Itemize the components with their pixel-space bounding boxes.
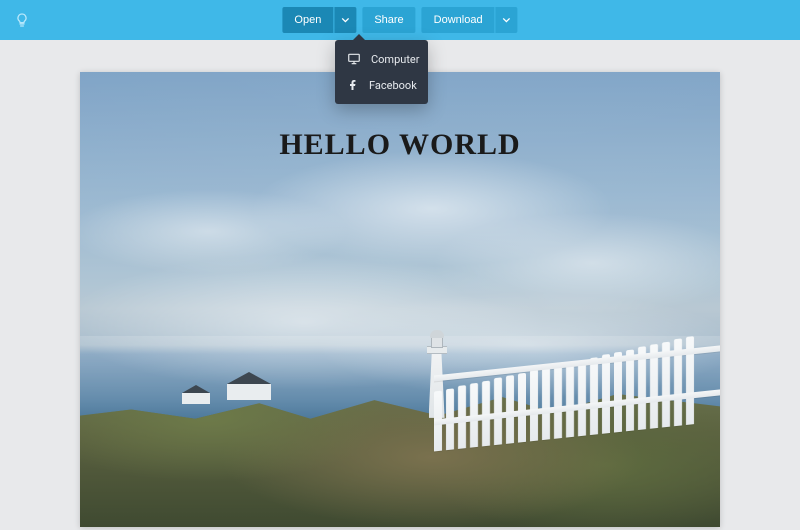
fence-picket [614,352,622,433]
lightbulb-icon [14,12,30,28]
open-menu-item-facebook[interactable]: Facebook [335,72,428,98]
download-button[interactable]: Download [422,7,495,33]
download-dropdown-toggle[interactable] [496,7,518,33]
fence-picket [530,370,538,441]
fence-picket [602,354,610,433]
house-large [227,374,271,400]
facebook-icon [347,78,359,92]
fence-picket [566,362,574,437]
chevron-down-icon [503,16,511,24]
fence-picket [590,357,598,435]
download-button-group: Download [422,7,518,33]
open-dropdown-toggle[interactable] [334,7,356,33]
toolbar: Open Share Download [282,0,517,40]
share-button[interactable]: Share [362,7,415,33]
canvas-image[interactable]: HELLO WORLD [80,72,720,527]
menu-item-label: Computer [371,53,419,66]
canvas-headline-text[interactable]: HELLO WORLD [80,128,720,162]
house-small [182,386,210,404]
editor-stage: HELLO WORLD [0,40,800,530]
open-menu-item-computer[interactable]: Computer [335,46,428,72]
open-menu: Computer Facebook [335,40,428,104]
chevron-down-icon [341,16,349,24]
fence-picket [518,372,526,442]
open-button-group: Open [282,7,356,33]
open-button[interactable]: Open [282,7,333,33]
fence-picket [578,359,586,436]
fence-picket [626,349,634,431]
fence-picket [554,365,562,439]
fence-picket [542,367,550,440]
fence-picket [506,375,514,444]
topbar: Open Share Download [0,0,800,40]
brand-area [0,0,30,40]
menu-item-label: Facebook [369,79,417,92]
monitor-icon [347,52,361,66]
